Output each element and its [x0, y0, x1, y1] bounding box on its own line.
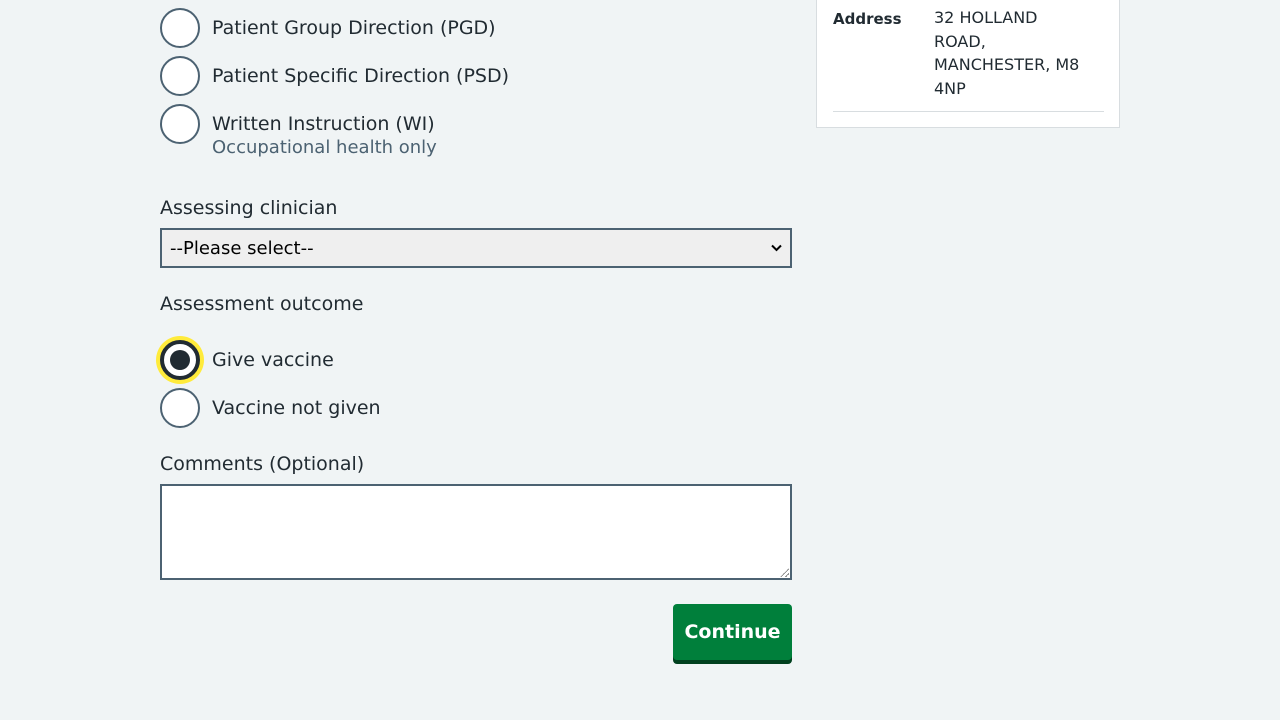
radio-option-psd[interactable]: Patient Specific Direction (PSD) — [160, 56, 509, 96]
radio-hint-wi: Occupational health only — [212, 137, 437, 158]
assessment-outcome-label: Assessment outcome — [160, 293, 364, 315]
summary-value-address: 32 HOLLAND ROAD, MANCHESTER, M8 4NP — [934, 8, 1080, 98]
radio-option-give-vaccine[interactable]: Give vaccine — [160, 340, 334, 380]
radio-button-psd[interactable] — [160, 56, 200, 96]
chevron-down-icon — [771, 241, 782, 255]
radio-button-pgd[interactable] — [160, 8, 200, 48]
comments-textarea[interactable] — [160, 484, 792, 580]
patient-summary-card: Address 32 HOLLAND ROAD, MANCHESTER, M8 … — [816, 0, 1120, 128]
radio-button-wi[interactable] — [160, 104, 200, 144]
summary-key-address: Address — [833, 10, 902, 28]
radio-button-give-vaccine[interactable] — [160, 340, 200, 380]
radio-option-pgd[interactable]: Patient Group Direction (PGD) — [160, 8, 496, 48]
assessing-clinician-select[interactable]: --Please select-- — [160, 228, 792, 268]
radio-label-psd[interactable]: Patient Specific Direction (PSD) — [212, 56, 509, 96]
radio-option-vaccine-not-given[interactable]: Vaccine not given — [160, 388, 381, 428]
assessing-clinician-selected-value: --Please select-- — [170, 237, 314, 259]
continue-button[interactable]: Continue — [673, 604, 792, 660]
radio-option-wi[interactable]: Written Instruction (WI) Occupational he… — [160, 104, 437, 160]
resize-handle-icon[interactable] — [779, 567, 789, 577]
comments-label: Comments (Optional) — [160, 453, 365, 475]
radio-label-pgd[interactable]: Patient Group Direction (PGD) — [212, 8, 496, 48]
radio-label-vaccine-not-given[interactable]: Vaccine not given — [212, 388, 381, 428]
vaccination-assessment-page: Patient Group Direction (PGD) Patient Sp… — [0, 0, 1280, 720]
radio-label-give-vaccine[interactable]: Give vaccine — [212, 340, 334, 380]
summary-row-address: Address 32 HOLLAND ROAD, MANCHESTER, M8 … — [833, 0, 1104, 112]
radio-button-vaccine-not-given[interactable] — [160, 388, 200, 428]
assessing-clinician-label: Assessing clinician — [160, 197, 338, 219]
